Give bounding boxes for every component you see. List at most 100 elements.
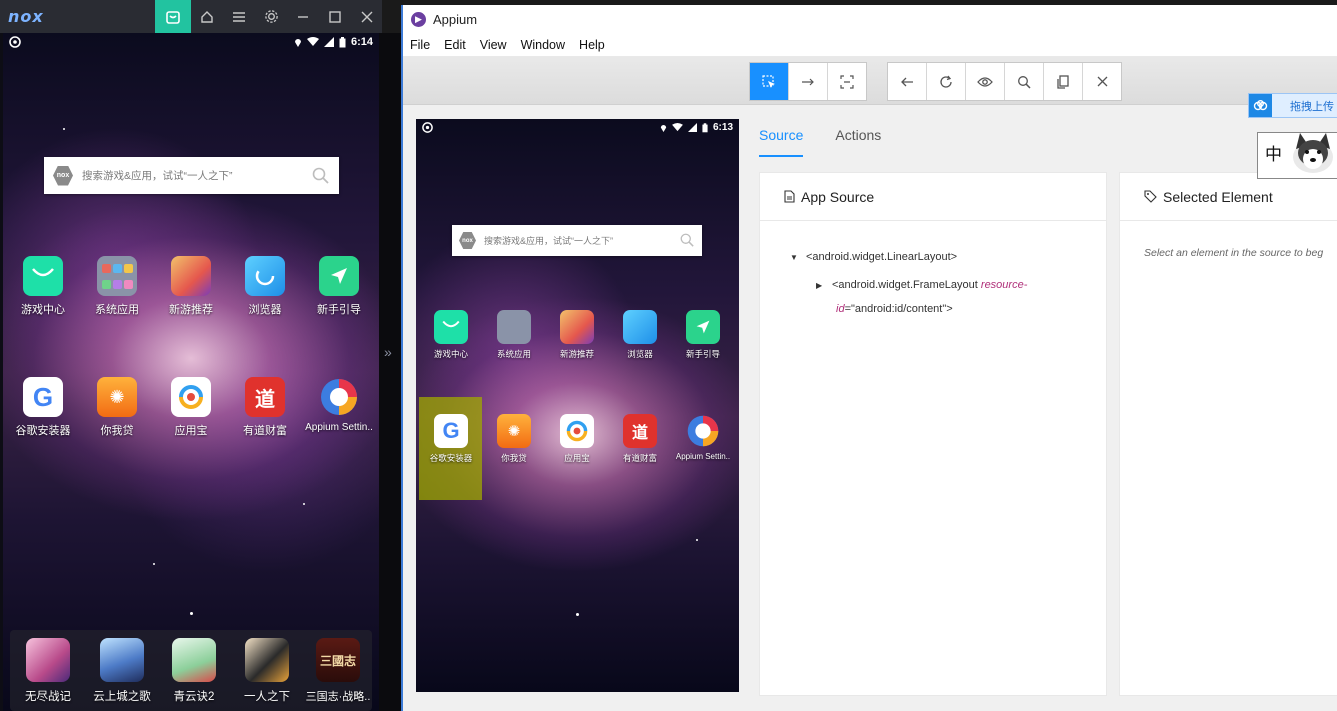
copy-xml-button[interactable] [1044,63,1083,100]
navigation-arrow-icon [319,256,359,296]
toggle-visibility-button[interactable] [966,63,1005,100]
app-label: 新手引导 [685,349,720,359]
husky-mascot-icon [1293,133,1333,173]
ime-mode-label[interactable]: 中 [1265,140,1282,165]
search-bar[interactable]: nox 搜索游戏&应用，试试“一人之下” [452,225,702,256]
android-home-screen[interactable]: 6:14 nox 搜索游戏&应用，试试“一人之下” 游戏中心 系统应用 新游推荐 [3,33,379,711]
app-beginner-guide[interactable]: 新手引导 [312,256,366,317]
appium-titlebar: ▶ Appium [403,5,1337,34]
app-niwodai[interactable]: ✺ 你我贷 [90,377,144,438]
google-icon: G [434,414,468,448]
tree-node-framelayout-cont[interactable]: id="android:id/content"> [836,297,953,321]
app-youdao-wealth[interactable]: 道 有道财富 [617,414,663,464]
app-browser[interactable]: 浏览器 [617,310,663,360]
menu-button[interactable] [221,0,257,33]
app-system-apps[interactable]: 系统应用 [491,310,537,360]
app-yingyongbao[interactable]: 应用宝 [164,377,218,438]
app-appium-settings[interactable]: Appium Settin.. [672,414,734,461]
dock-app-wujin[interactable]: 无尽战记 [19,638,77,704]
ime-toolbar[interactable]: 中 [1257,132,1337,179]
action-button-group [887,62,1122,101]
app-label: 你我贷 [501,453,527,463]
appium-settings-icon [686,414,720,448]
swipe-arrow-icon [802,78,814,85]
search-icon[interactable] [312,167,329,184]
nox-logo: nox [8,7,44,26]
window-title: Appium [433,12,478,27]
tree-node-linearlayout[interactable]: ▼ <android.widget.LinearLayout> [790,245,957,270]
search-elements-button[interactable] [1005,63,1044,100]
status-bar: 6:14 [3,33,379,53]
expand-sidebar-icon[interactable]: » [384,344,392,360]
menu-window[interactable]: Window [514,34,572,56]
app-game-center[interactable]: 游戏中心 [428,310,474,360]
youdao-wealth-icon: 道 [623,414,657,448]
app-youdao-wealth[interactable]: 道 有道财富 [238,377,292,438]
app-beginner-guide[interactable]: 新手引导 [680,310,726,360]
store-button[interactable] [155,0,191,33]
app-game-center[interactable]: 游戏中心 [16,256,70,317]
app-source-title: App Source [801,188,875,205]
dock-app-qingyun[interactable]: 青云诀2 [167,638,221,704]
tab-actions[interactable]: Actions [835,127,881,157]
tab-source[interactable]: Source [759,127,804,157]
maximize-button[interactable] [317,0,353,33]
app-source-header: App Source [760,173,1106,221]
settings-button[interactable] [253,0,289,33]
menu-help[interactable]: Help [572,34,612,56]
app-yingyongbao[interactable]: 应用宝 [554,414,600,464]
dock-app-yunshang[interactable]: 云上城之歌 [89,638,155,704]
back-button[interactable] [888,63,927,100]
app-dock: 无尽战记 云上城之歌 青云诀2 一人之下 三國志 三国志·战略.. [10,630,372,711]
close-button[interactable] [349,0,385,33]
yingyongbao-icon [171,377,211,417]
back-arrow-icon [901,77,913,86]
battery-icon [339,36,346,47]
quit-session-button[interactable] [1083,63,1121,100]
game-center-icon [434,310,468,344]
app-appium-settings[interactable]: Appium Settin.. [303,377,375,433]
google-icon: G [23,377,63,417]
page-indicator-dot [576,613,579,616]
app-label: 无尽战记 [25,691,71,703]
system-apps-folder-icon [497,310,531,344]
app-label: 系统应用 [95,304,139,316]
wifi-icon [672,123,683,132]
app-label: 有道财富 [622,453,657,463]
page-indicator-dot [190,612,193,615]
system-apps-folder-icon [97,256,137,296]
wifi-icon [306,37,319,46]
app-niwodai[interactable]: ✺ 你我贷 [491,414,537,464]
app-new-games[interactable]: 新游推荐 [164,256,218,317]
menu-file[interactable]: File [403,34,437,56]
tap-coordinates-button[interactable] [828,63,866,100]
baidu-upload-widget[interactable]: 拖拽上传 [1248,93,1337,118]
app-label: 应用宝 [564,453,590,463]
app-new-games[interactable]: 新游推荐 [554,310,600,360]
sanguozhi-game-icon: 三國志 [316,638,360,682]
app-browser[interactable]: 浏览器 [238,256,292,317]
nox-search-badge-icon: nox [53,165,73,186]
select-cursor-icon [762,74,775,88]
home-button[interactable] [189,0,225,33]
device-screenshot[interactable]: 6:13 nox 搜索游戏&应用，试试“一人之下” 游戏中心 系统应用 新游推荐 [416,119,739,692]
app-system-apps[interactable]: 系统应用 [90,256,144,317]
menu-view[interactable]: View [473,34,514,56]
browser-icon [623,310,657,344]
maximize-icon [329,10,341,23]
swipe-button[interactable] [789,63,828,100]
minimize-button[interactable] [285,0,321,33]
nox-search-badge-icon: nox [459,232,476,249]
refresh-button[interactable] [927,63,966,100]
dock-app-sanguozhi[interactable]: 三國志 三国志·战略.. [306,638,370,704]
caret-down-icon[interactable]: ▼ [790,246,806,270]
dock-app-yirenzhixia[interactable]: 一人之下 [239,638,295,704]
caret-right-icon[interactable]: ▶ [816,274,832,298]
select-elements-button[interactable] [750,63,789,100]
tree-node-framelayout[interactable]: ▶ <android.widget.FrameLayout resource- [816,273,1027,298]
app-google-installer[interactable]: G 谷歌安装器 [428,414,474,464]
menu-edit[interactable]: Edit [437,34,473,56]
nox-titlebar: nox [0,0,382,33]
app-google-installer[interactable]: G 谷歌安装器 [16,377,71,438]
search-bar[interactable]: nox 搜索游戏&应用，试试“一人之下” [44,157,339,194]
